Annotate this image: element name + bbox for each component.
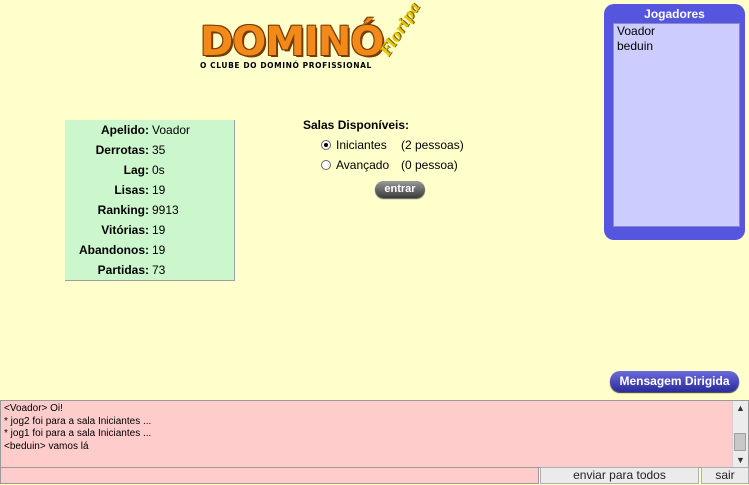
players-panel: Jogadores Voador beduin: [604, 4, 745, 240]
room-name[interactable]: Avançado: [336, 158, 389, 172]
logo-subtitle: O CLUBE DO DOMINÓ PROFISSIONAL: [200, 61, 372, 70]
radio-button-selected[interactable]: [321, 140, 331, 150]
player-stats-panel: Apelido: Voador Derrotas: 35 Lag: 0s Lis…: [65, 120, 235, 281]
scroll-up-icon[interactable]: ▲: [733, 401, 748, 415]
stat-row-partidas: Partidas: 73: [65, 260, 234, 280]
players-title: Jogadores: [644, 7, 705, 21]
chat-log[interactable]: <Voador> Oi! * jog2 foi para a sala Inic…: [0, 400, 749, 468]
rooms-title: Salas Disponíveis:: [303, 118, 410, 132]
send-to-all-button[interactable]: enviar para todos: [540, 467, 699, 484]
stat-value: 19: [152, 243, 166, 257]
chat-line: * jog1 foi para a sala Iniciantes ...: [4, 428, 152, 439]
stat-row-lag: Lag: 0s: [65, 160, 234, 180]
stat-row-abandonos: Abandonos: 19: [65, 240, 234, 260]
stat-row-lisas: Lisas: 19: [65, 180, 234, 200]
stat-label: Abandonos:: [79, 243, 149, 257]
stat-row-apelido: Apelido: Voador: [65, 120, 234, 140]
stat-label: Lisas:: [114, 183, 149, 197]
stat-label: Partidas:: [97, 263, 149, 277]
exit-button[interactable]: sair: [701, 467, 749, 484]
stat-value: Voador: [152, 123, 191, 137]
stat-value: 73: [152, 263, 166, 277]
room-count: (2 pessoas): [401, 138, 464, 152]
chat-scrollbar[interactable]: ▲ ▼: [732, 401, 748, 467]
stat-label: Vitórias:: [101, 223, 149, 237]
stat-row-derrotas: Derrotas: 35: [65, 140, 234, 160]
stat-value: 35: [152, 143, 166, 157]
domino-logo: DOMINÓ Floripa O CLUBE DO DOMINÓ PROFISS…: [198, 0, 424, 72]
room-count: (0 pessoa): [401, 158, 458, 172]
stat-label: Lag:: [123, 163, 149, 177]
scroll-thumb[interactable]: [734, 433, 746, 451]
chat-line: <beduin> vamos lá: [4, 440, 89, 452]
stat-row-vitorias: Vitórias: 19: [65, 220, 234, 240]
players-list[interactable]: Voador beduin: [613, 23, 740, 227]
stat-value: 19: [152, 183, 166, 197]
chat-line: <Voador> Oi!: [4, 403, 63, 414]
player-item[interactable]: Voador: [614, 24, 739, 39]
logo-word: DOMINÓ: [200, 19, 384, 65]
stat-row-ranking: Ranking: 9913: [65, 200, 234, 220]
player-item[interactable]: beduin: [614, 39, 739, 54]
stat-value: 9913: [152, 203, 179, 217]
logo-tagline: Floripa: [376, 0, 424, 60]
radio-button[interactable]: [321, 160, 331, 170]
scroll-down-icon[interactable]: ▼: [733, 453, 748, 467]
chat-line: * jog2 foi para a sala Iniciantes ...: [4, 415, 152, 427]
room-name[interactable]: Iniciantes: [336, 138, 387, 152]
message-input[interactable]: [0, 467, 539, 484]
enter-button[interactable]: entrar: [375, 181, 425, 198]
stat-value: 0s: [152, 163, 165, 177]
stat-label: Ranking:: [97, 203, 149, 217]
stat-value: 19: [152, 223, 166, 237]
stat-label: Apelido:: [101, 123, 149, 137]
stat-label: Derrotas:: [95, 143, 149, 157]
directed-message-button[interactable]: Mensagem Dirigida: [610, 371, 739, 392]
